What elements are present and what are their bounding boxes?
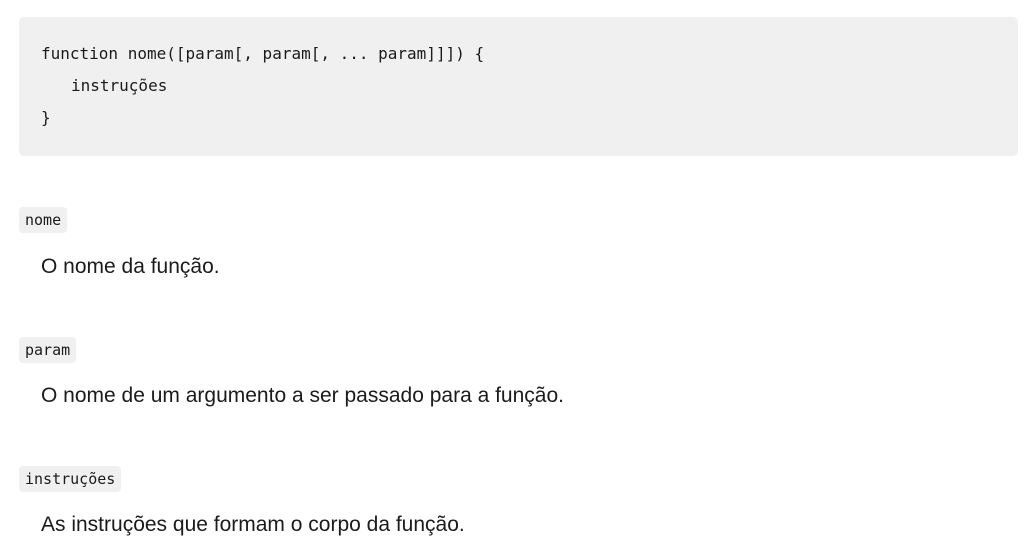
code-line-body: instruções [71,76,168,95]
param-term-nome: nome [19,207,68,233]
param-description-instrucoes: As instruções que formam o corpo da funç… [41,513,465,536]
code-line-signature: function nome([param[, param[, ... param… [41,44,485,63]
param-description-param: O nome de um argumento a ser passado par… [41,384,564,407]
syntax-code-block: function nome([param[, param[, ... param… [19,17,1018,156]
param-description-nome: O nome da função. [41,255,220,278]
code-line-close: } [41,108,51,127]
param-term-instrucoes: instruções [19,466,122,492]
param-term-param: param [19,337,77,363]
